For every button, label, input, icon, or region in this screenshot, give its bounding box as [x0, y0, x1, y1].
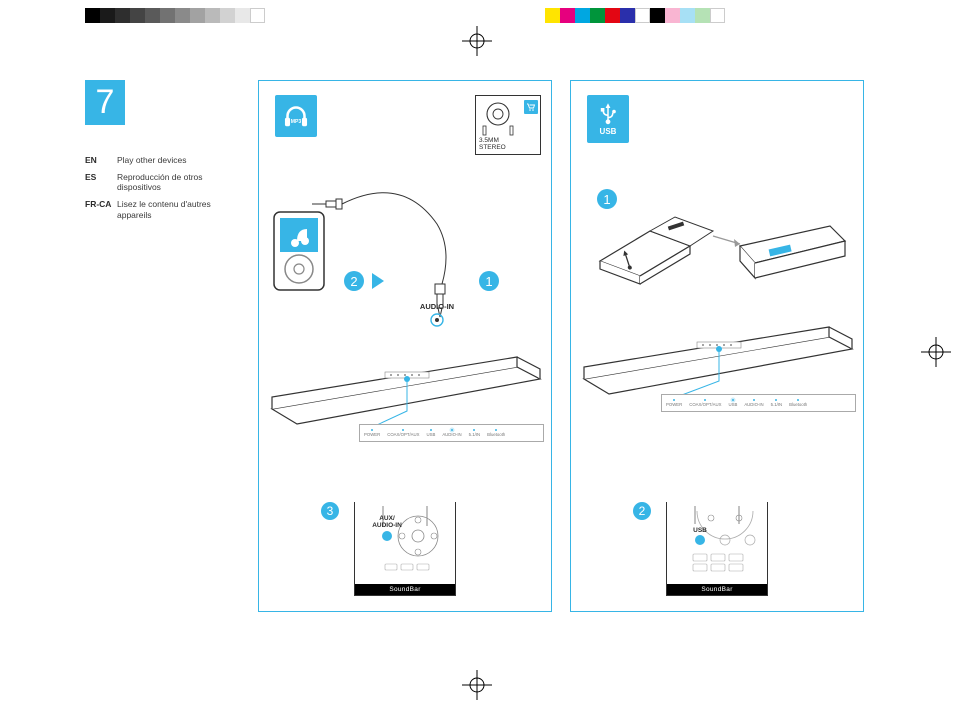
lang-code: ES	[85, 172, 117, 193]
lang-text: Play other devices	[117, 155, 186, 166]
lang-row-en: EN Play other devices	[85, 155, 240, 166]
crop-mark-right	[921, 337, 951, 367]
remote-button-label: USB	[689, 528, 711, 535]
remote-control: 3	[354, 502, 456, 596]
remote-footer: SoundBar	[667, 584, 767, 595]
panel-usb: USB 1	[570, 80, 864, 612]
lang-text: Reproducción de otros dispositivos	[117, 172, 240, 193]
lang-text: Lisez le contenu d'autres appareils	[117, 199, 240, 220]
lang-code: EN	[85, 155, 117, 166]
crop-mark-bottom	[462, 670, 492, 700]
remote-control: 2	[666, 502, 768, 596]
step-badge-3: 3	[321, 502, 339, 520]
lang-code: FR-CA	[85, 199, 117, 220]
callout-dot	[404, 376, 410, 382]
step-badge-2: 2	[633, 502, 651, 520]
remote-button-label-2: AUDIO-IN	[372, 522, 402, 529]
callout-dot	[716, 346, 722, 352]
panel-mp3: MP3	[258, 80, 552, 612]
indicator-strip: POWER COAX/OPT/AUX USB AUDIO-IN 5.1/IN B…	[661, 394, 856, 412]
registration-bar-color	[545, 8, 725, 23]
lang-row-frca: FR-CA Lisez le contenu d'autres appareil…	[85, 199, 240, 220]
crop-mark-top	[462, 26, 492, 56]
registration-bar-gray	[85, 8, 265, 23]
lang-row-es: ES Reproducción de otros dispositivos	[85, 172, 240, 193]
step-number: 7	[85, 80, 125, 125]
remote-footer: SoundBar	[355, 584, 455, 595]
indicator-strip: POWER COAX/OPT/AUX USB AUDIO-IN 5.1/IN B…	[359, 424, 544, 442]
remote-face-svg	[667, 506, 767, 584]
